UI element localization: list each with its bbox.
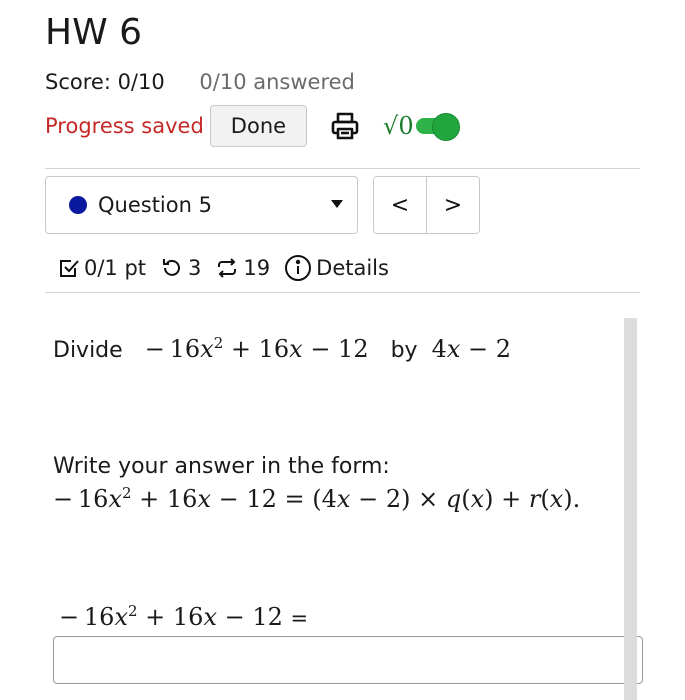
question-nav-group: < > — [373, 176, 480, 234]
divide-word: Divide — [53, 338, 123, 363]
by-word: by — [390, 338, 418, 363]
score-line: Score: 0/10 0/10 answered — [45, 70, 355, 94]
checkbox-icon — [60, 260, 79, 277]
undo-icon — [163, 259, 181, 276]
retries-count: 3 — [188, 256, 202, 280]
details-button[interactable]: Details — [284, 254, 389, 282]
done-button[interactable]: Done — [209, 105, 308, 147]
question-content: Divide − 16x2 + 16x − 12 by 4x − 2 Write… — [45, 318, 643, 700]
answered-count: 0/10 answered — [199, 70, 355, 94]
info-icon — [285, 255, 312, 281]
divisor-expression: 4x − 2 — [431, 335, 512, 363]
answer-equation-label: − 16x2 + 16x − 12 = — [59, 602, 309, 631]
question-prompt: Divide − 16x2 + 16x − 12 by 4x − 2 — [53, 334, 511, 363]
form-equation: − 16x2 + 16x − 12 = (4x − 2) × q(x) + r(… — [53, 484, 581, 513]
divider — [45, 292, 640, 293]
progress-status: Progress saved — [45, 114, 204, 138]
assignment-title: HW 6 — [45, 12, 143, 53]
toggle-knob — [431, 113, 460, 141]
submissions-info: 19 — [215, 256, 270, 280]
question-meta: 0/1 pt 3 19 Details — [58, 250, 403, 286]
sqrt-icon: √0 — [383, 112, 414, 140]
content-scrollbar[interactable] — [624, 318, 637, 700]
divider — [45, 168, 640, 169]
math-entry-toggle[interactable]: √0 — [383, 112, 460, 141]
points-info: 0/1 pt — [58, 256, 146, 280]
answer-input[interactable] — [53, 636, 643, 684]
question-status-dot — [69, 196, 87, 214]
form-instruction: Write your answer in the form: — [53, 454, 390, 479]
submissions-count: 19 — [243, 256, 271, 280]
question-select-label: Question 5 — [98, 193, 212, 217]
toggle-switch[interactable] — [415, 113, 460, 141]
question-select[interactable]: Question 5 — [45, 176, 358, 234]
retries-info: 3 — [160, 256, 201, 280]
dividend-expression: − 16x2 + 16x − 12 — [144, 334, 369, 363]
points-text: 0/1 pt — [84, 256, 147, 280]
score-text: Score: 0/10 — [45, 70, 165, 94]
repeat-icon — [218, 258, 237, 278]
status-toolbar: Progress saved Done √0 — [45, 104, 460, 148]
print-icon[interactable] — [329, 110, 361, 142]
caret-down-icon — [331, 200, 343, 208]
details-label: Details — [316, 256, 389, 280]
previous-question-button[interactable]: < — [374, 177, 426, 233]
next-question-button[interactable]: > — [426, 177, 479, 233]
